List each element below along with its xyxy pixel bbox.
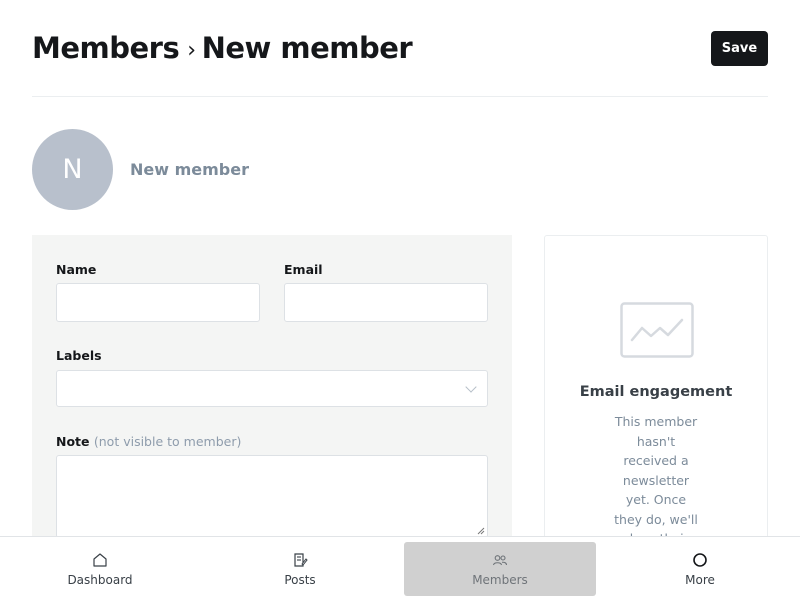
bottom-navigation: Dashboard Posts Members More <box>0 536 800 600</box>
name-label: Name <box>56 262 97 277</box>
members-icon <box>491 551 509 569</box>
chevron-down-icon <box>465 381 477 393</box>
more-icon <box>691 551 709 569</box>
engagement-description: This member hasn't received a newsletter… <box>614 414 698 546</box>
posts-icon <box>291 551 309 569</box>
member-display-name: New member <box>130 160 249 179</box>
nav-label-posts: Posts <box>284 572 316 587</box>
breadcrumb: Members › New member <box>32 31 413 65</box>
new-member-page: Members › New member Save N New member N… <box>0 0 800 600</box>
breadcrumb-members-link[interactable]: Members <box>32 31 180 65</box>
save-button[interactable]: Save <box>711 30 768 66</box>
note-hint: (not visible to member) <box>93 434 242 449</box>
home-icon <box>91 551 109 569</box>
header-divider <box>32 96 768 97</box>
labels-select[interactable] <box>56 370 488 407</box>
nav-label-members: Members <box>472 572 528 587</box>
resize-handle-icon[interactable] <box>477 527 485 535</box>
email-input[interactable] <box>284 283 488 322</box>
email-engagement-card: Email engagement This member hasn't rece… <box>544 235 768 555</box>
avatar: N <box>32 129 113 210</box>
note-textarea[interactable] <box>56 455 488 538</box>
nav-label-more: More <box>685 572 715 587</box>
labels-label: Labels <box>56 348 102 363</box>
chart-icon <box>620 302 694 358</box>
breadcrumb-separator: › <box>187 37 196 63</box>
note-label: Note <box>56 434 90 449</box>
page-title: New member <box>201 31 413 65</box>
member-form: Name Email Labels Note (not visible to m… <box>32 235 512 555</box>
nav-item-posts[interactable]: Posts <box>200 537 400 600</box>
name-input[interactable] <box>56 283 260 322</box>
note-label-row: Note (not visible to member) <box>56 434 241 449</box>
nav-label-dashboard: Dashboard <box>67 572 133 587</box>
email-label: Email <box>284 262 323 277</box>
engagement-title: Email engagement <box>579 384 733 400</box>
page-header: Members › New member Save <box>32 28 768 68</box>
nav-item-dashboard[interactable]: Dashboard <box>0 537 200 600</box>
nav-item-more[interactable]: More <box>600 537 800 600</box>
nav-item-members[interactable]: Members <box>400 537 600 600</box>
